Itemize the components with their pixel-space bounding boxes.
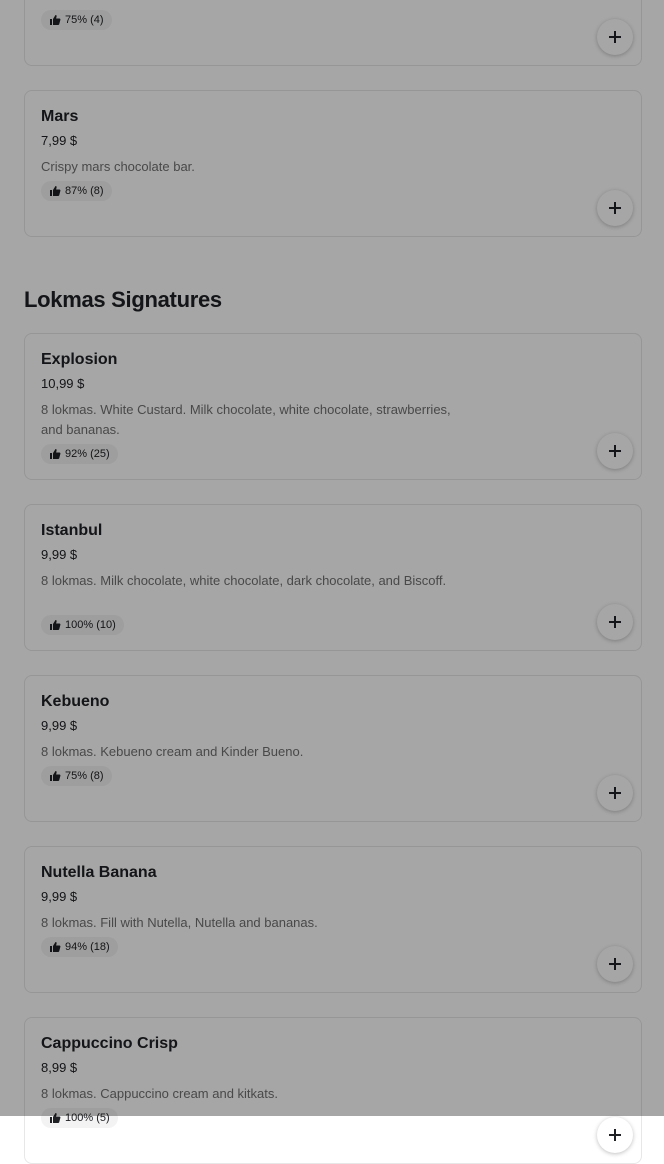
plus-icon — [609, 1129, 621, 1141]
modal-backdrop[interactable] — [0, 0, 664, 1116]
add-to-cart-button[interactable] — [597, 1117, 633, 1153]
